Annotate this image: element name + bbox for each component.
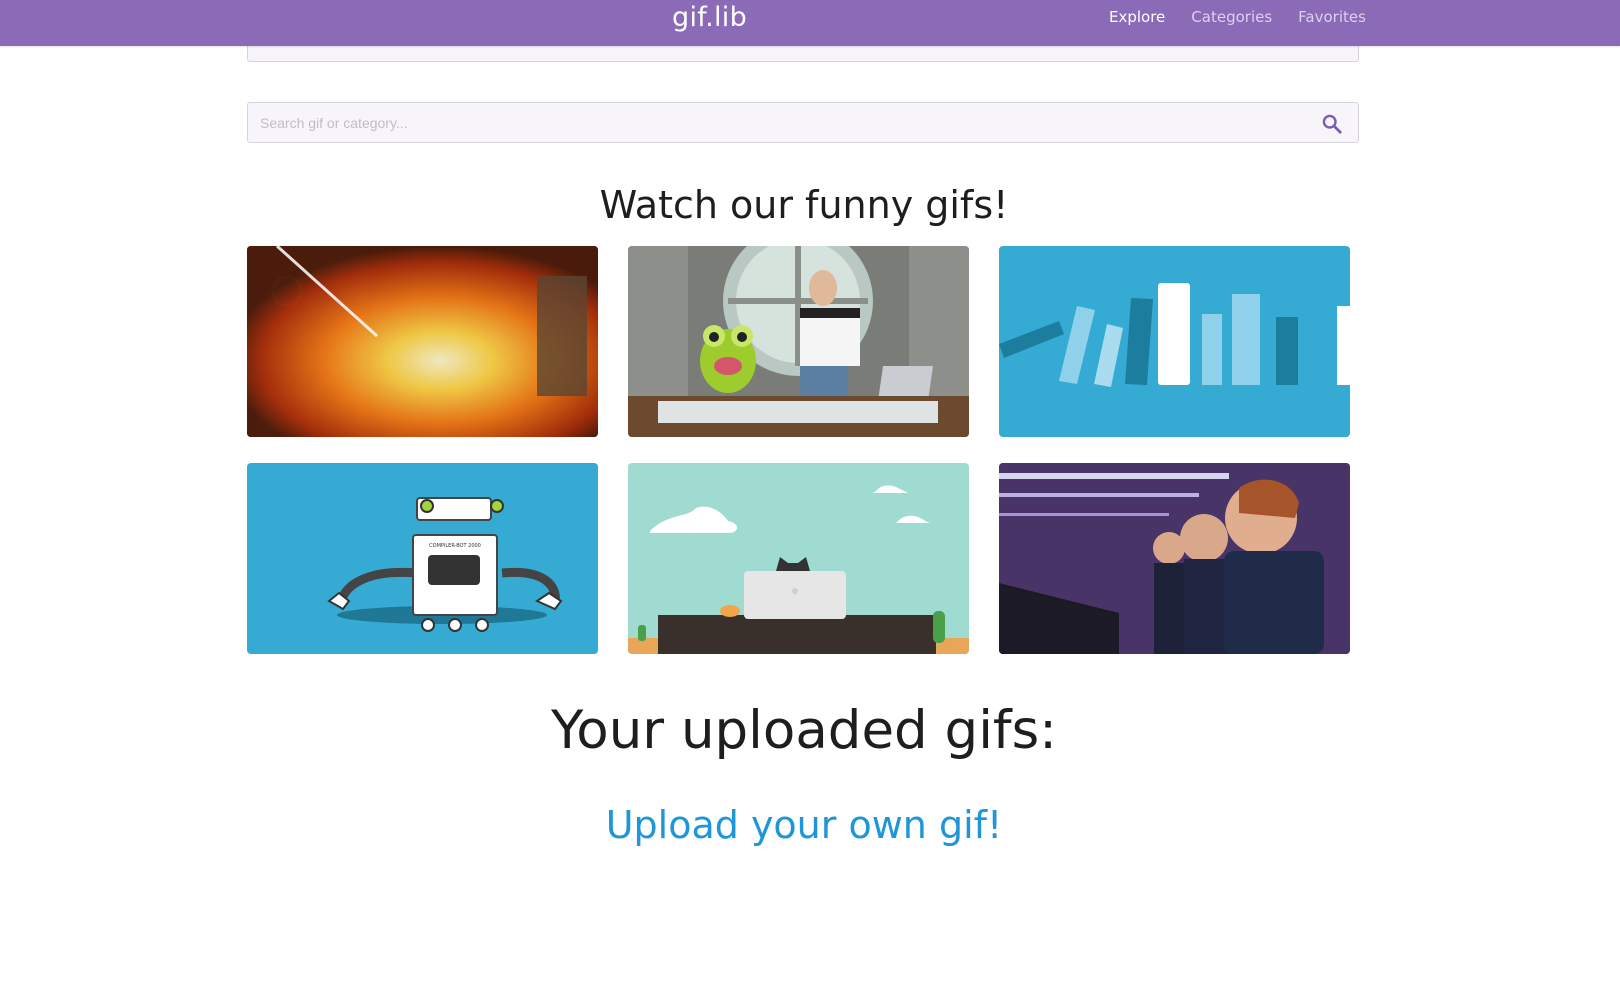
search-input[interactable] xyxy=(260,103,1290,142)
nav-favorites[interactable]: Favorites xyxy=(1298,8,1366,26)
gif-card-host[interactable] xyxy=(628,246,969,437)
cat-laptop-image xyxy=(628,463,969,654)
explosion-image xyxy=(247,246,598,437)
search-bar xyxy=(247,102,1359,143)
gif-card-explosion[interactable] xyxy=(247,246,598,437)
robot-image: COMPILER-BOT 2000 xyxy=(247,463,598,654)
uploaded-heading: Your uploaded gifs: xyxy=(550,700,1058,761)
top-navbar: gif.lib Explore Categories Favorites xyxy=(0,0,1620,46)
search-icon[interactable] xyxy=(1321,113,1343,135)
nav-categories[interactable]: Categories xyxy=(1191,8,1272,26)
books-image xyxy=(999,246,1350,437)
gif-card-books[interactable] xyxy=(999,246,1350,437)
mirror-image xyxy=(999,463,1350,654)
brand-logo[interactable]: gif.lib xyxy=(672,2,747,33)
host-image xyxy=(628,246,969,437)
gif-card-mirror[interactable] xyxy=(999,463,1350,654)
upload-gif-link[interactable]: Upload your own gif! xyxy=(0,803,1608,847)
nav-links: Explore Categories Favorites xyxy=(1109,8,1392,26)
nav-explore[interactable]: Explore xyxy=(1109,8,1165,26)
robot-caption: COMPILER-BOT 2000 xyxy=(429,543,481,549)
gif-card-robot[interactable]: COMPILER-BOT 2000 xyxy=(247,463,598,654)
gif-card-cat[interactable] xyxy=(628,463,969,654)
trending-heading: Watch our funny gifs! xyxy=(599,183,1009,227)
